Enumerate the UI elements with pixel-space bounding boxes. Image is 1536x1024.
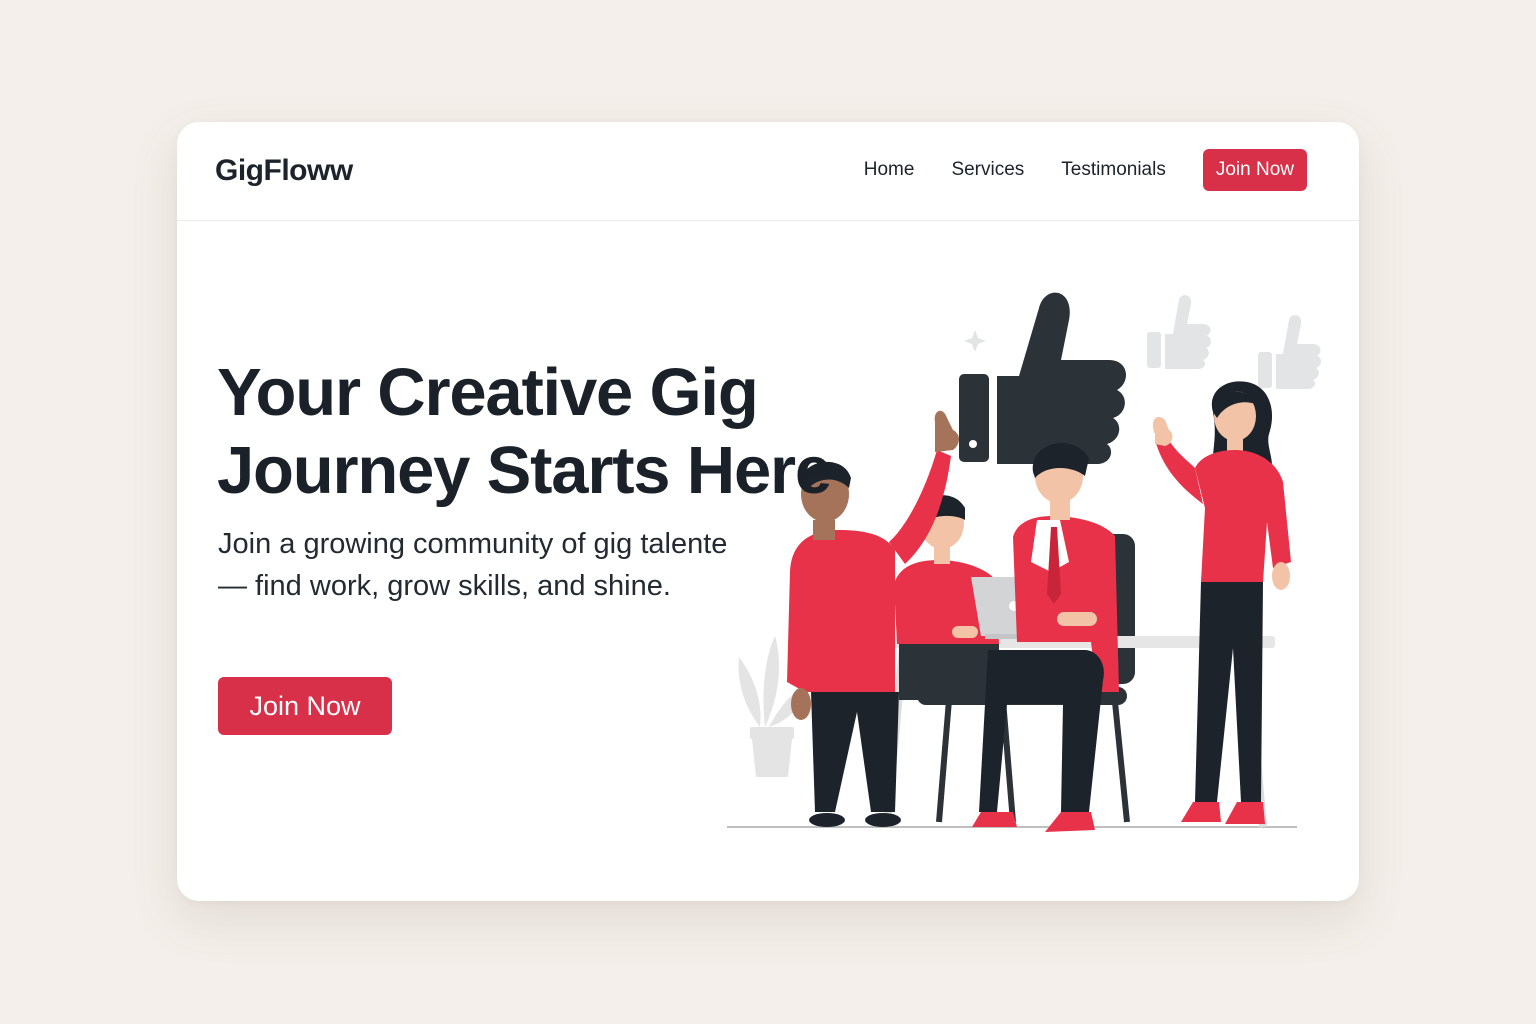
nav-link-home[interactable]: Home [864, 159, 915, 181]
nav-links: Home Services Testimonials Join Now [864, 149, 1307, 191]
sparkle-icon [964, 330, 986, 352]
nav-link-services[interactable]: Services [951, 159, 1024, 181]
nav-link-testimonials[interactable]: Testimonials [1061, 159, 1166, 181]
hero-join-now-button[interactable]: Join Now [218, 677, 392, 735]
thumbs-up-icon [1258, 315, 1322, 389]
thumbs-up-icon [1147, 295, 1212, 369]
landing-page-card: GigFloww Home Services Testimonials Join… [177, 122, 1359, 901]
top-navbar: GigFloww Home Services Testimonials Join… [177, 122, 1359, 221]
nav-join-now-button[interactable]: Join Now [1202, 149, 1307, 191]
hero-subtitle: Join a growing community of gig talente … [218, 528, 728, 602]
standing-woman [1152, 381, 1291, 824]
brand-logo[interactable]: GigFloww [215, 154, 353, 188]
hero-title: Your Creative Gig Journey Starts Here [217, 355, 832, 508]
thumbs-up-icon [959, 292, 1127, 464]
